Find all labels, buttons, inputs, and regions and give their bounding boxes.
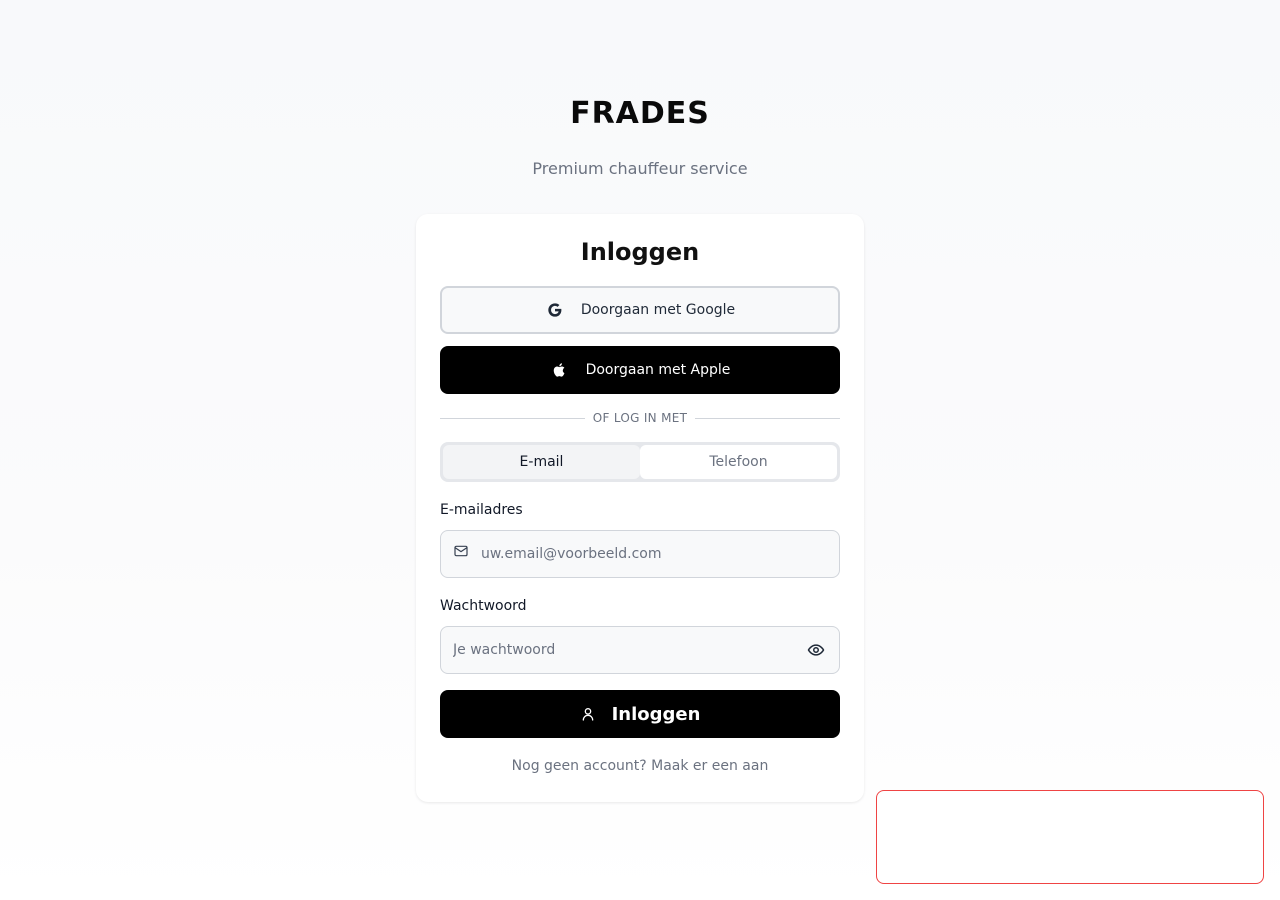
brand-tagline: Premium chauffeur service: [532, 159, 748, 178]
tab-phone[interactable]: Telefoon: [640, 445, 837, 479]
brand-title: FRADES: [570, 96, 710, 131]
eye-icon[interactable]: [807, 641, 825, 659]
password-input[interactable]: [441, 627, 807, 673]
email-input[interactable]: [481, 531, 839, 577]
email-label: E-mailadres: [440, 502, 523, 518]
apple-login-button[interactable]: Doorgaan met Apple: [440, 346, 840, 394]
google-icon: [545, 300, 565, 320]
login-submit-button[interactable]: Inloggen: [440, 690, 840, 738]
mail-icon: [453, 543, 469, 559]
login-submit-label: Inloggen: [611, 703, 701, 725]
apple-login-label: Doorgaan met Apple: [585, 362, 731, 378]
apple-icon: [550, 360, 570, 380]
google-login-label: Doorgaan met Google: [580, 302, 736, 318]
google-login-button[interactable]: Doorgaan met Google: [440, 286, 840, 334]
password-label: Wachtwoord: [440, 598, 527, 614]
email-field-wrapper: [440, 530, 840, 578]
notification-toast: [876, 790, 1264, 884]
tab-email[interactable]: E-mail: [443, 445, 640, 479]
user-icon: [580, 706, 596, 722]
divider-line-left: [440, 417, 585, 419]
password-field-wrapper: [440, 626, 840, 674]
divider-text: OF LOG IN MET: [592, 411, 688, 425]
signup-link[interactable]: Nog geen account? Maak er een aan: [416, 758, 864, 774]
login-method-tabs: E-mail Telefoon: [440, 442, 840, 482]
divider: OF LOG IN MET: [440, 408, 841, 428]
divider-line-right: [695, 417, 841, 419]
login-title: Inloggen: [580, 238, 700, 266]
login-card: Inloggen Doorgaan met Google Doorgaan me…: [416, 214, 864, 802]
